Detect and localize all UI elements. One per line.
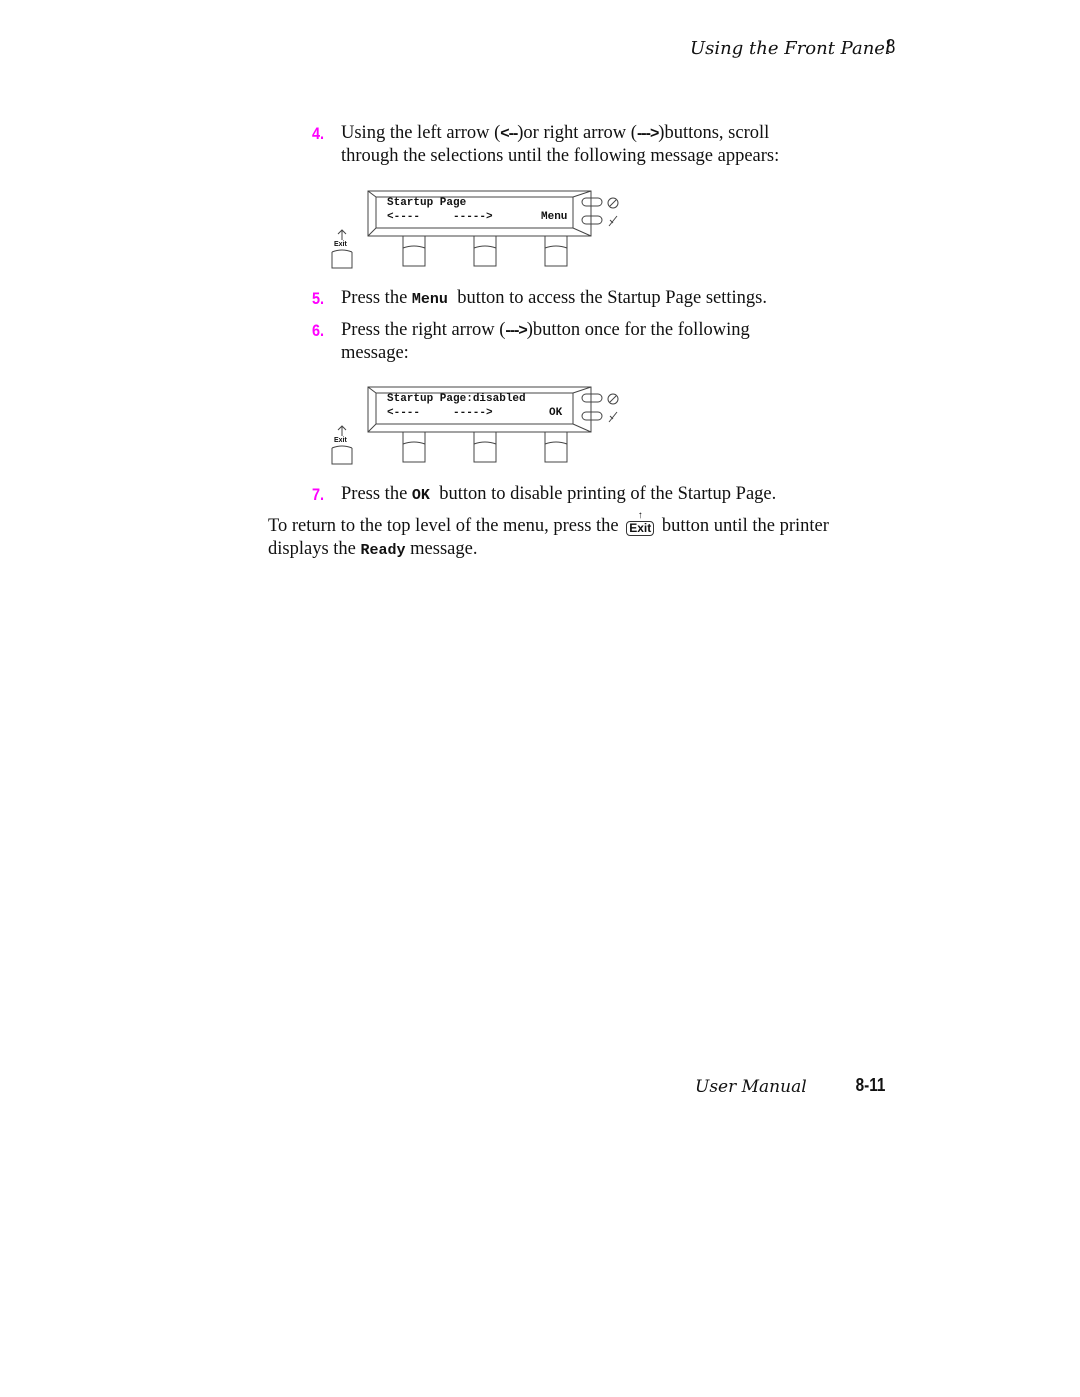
- step-number: 6.: [312, 321, 325, 340]
- text-fragment: )or right arrow (: [517, 123, 637, 143]
- exit-label: Exit: [334, 241, 347, 248]
- lcd-softkey-label: Menu: [541, 211, 568, 223]
- softkey-2: [473, 236, 497, 267]
- softkey-1: [402, 432, 426, 463]
- step-number: 4.: [312, 124, 325, 143]
- cancel-button: [581, 215, 603, 225]
- step-6: 6. Press the right arrow (--->)button on…: [312, 319, 892, 367]
- front-panel-display: Startup Page <---- -----> Menu Exit: [328, 188, 628, 276]
- section-title: Using the Front Panel: [690, 38, 891, 59]
- cancel-icon: [608, 412, 620, 424]
- front-panel-drawing: [331, 190, 619, 269]
- step-4: 4. Using the left arrow (<--)or right ar…: [312, 122, 892, 170]
- online-icon: [608, 197, 620, 209]
- step-text: Press the OK button to disable printing …: [341, 483, 901, 507]
- exit-button: [331, 252, 353, 269]
- page-header: Using the Front Panel 8: [690, 36, 896, 66]
- step-text: Press the right arrow (--->)button once …: [341, 319, 901, 365]
- softkey-2: [473, 432, 497, 463]
- online-icon: [608, 393, 620, 405]
- softkey-3: [544, 236, 568, 267]
- step-5: 5. Press the Menu button to access the S…: [312, 287, 892, 311]
- step-number: 7.: [312, 485, 325, 504]
- chapter-number: 8: [885, 36, 896, 58]
- lcd-left-arrow: <----: [387, 211, 421, 223]
- cancel-button: [581, 411, 603, 421]
- page-footer: User Manual 8-11: [690, 1075, 890, 1101]
- step-text: Press the Menu button to access the Star…: [341, 287, 901, 311]
- exit-label: Exit: [334, 437, 347, 444]
- lcd-right-arrow: ----->: [453, 211, 493, 223]
- step-text: Using the left arrow (<--)or right arrow…: [341, 122, 901, 168]
- exit-button: [331, 448, 353, 465]
- text-fragment: Press the: [341, 288, 412, 308]
- left-arrow-symbol: <--: [500, 125, 518, 142]
- lcd-line-1: Startup Page: [387, 197, 467, 209]
- text-fragment: displays the: [268, 539, 361, 559]
- text-fragment: button to disable printing of the Startu…: [429, 484, 777, 504]
- text-fragment: button to access the Startup Page settin…: [447, 288, 768, 308]
- text-fragment: Press the right arrow (: [341, 320, 506, 340]
- text-fragment: message.: [405, 539, 478, 559]
- closing-paragraph: To return to the top level of the menu, …: [268, 511, 908, 563]
- page-number: 8-11: [855, 1075, 886, 1095]
- menu-key-label: Menu: [411, 291, 448, 308]
- lcd-line-1: Startup Page:disabled: [387, 393, 526, 405]
- text-fragment: message:: [341, 343, 409, 363]
- exit-key-icon: ↑ Exit: [626, 511, 655, 536]
- manual-title: User Manual: [695, 1077, 807, 1097]
- softkey-3: [544, 432, 568, 463]
- front-panel-display: Startup Page:disabled <---- -----> OK Ex…: [328, 384, 628, 472]
- exit-key-label: Exit: [629, 521, 652, 535]
- online-button: [581, 393, 603, 403]
- cancel-icon: [608, 216, 620, 228]
- text-fragment: button until the printer: [657, 516, 829, 536]
- step-number: 5.: [312, 289, 325, 308]
- ready-message: Ready: [360, 542, 406, 559]
- text-fragment: Press the: [341, 484, 412, 504]
- softkey-1: [402, 236, 426, 267]
- right-arrow-symbol: --->: [505, 322, 527, 339]
- ok-key-label: OK: [411, 487, 430, 504]
- right-arrow-symbol: --->: [636, 125, 659, 142]
- text-fragment: )button once for the following: [526, 320, 750, 340]
- online-button: [581, 197, 603, 207]
- text-fragment: through the selections until the followi…: [341, 146, 780, 166]
- text-fragment: To return to the top level of the menu, …: [268, 516, 624, 536]
- text-fragment: Using the left arrow (: [341, 123, 501, 143]
- text-fragment: )buttons, scroll: [658, 123, 770, 143]
- lcd-right-arrow: ----->: [453, 407, 493, 419]
- up-arrow-icon: ↑: [637, 510, 643, 521]
- lcd-left-arrow: <----: [387, 407, 421, 419]
- step-7: 7. Press the OK button to disable printi…: [312, 483, 892, 507]
- lcd-softkey-label: OK: [549, 407, 563, 419]
